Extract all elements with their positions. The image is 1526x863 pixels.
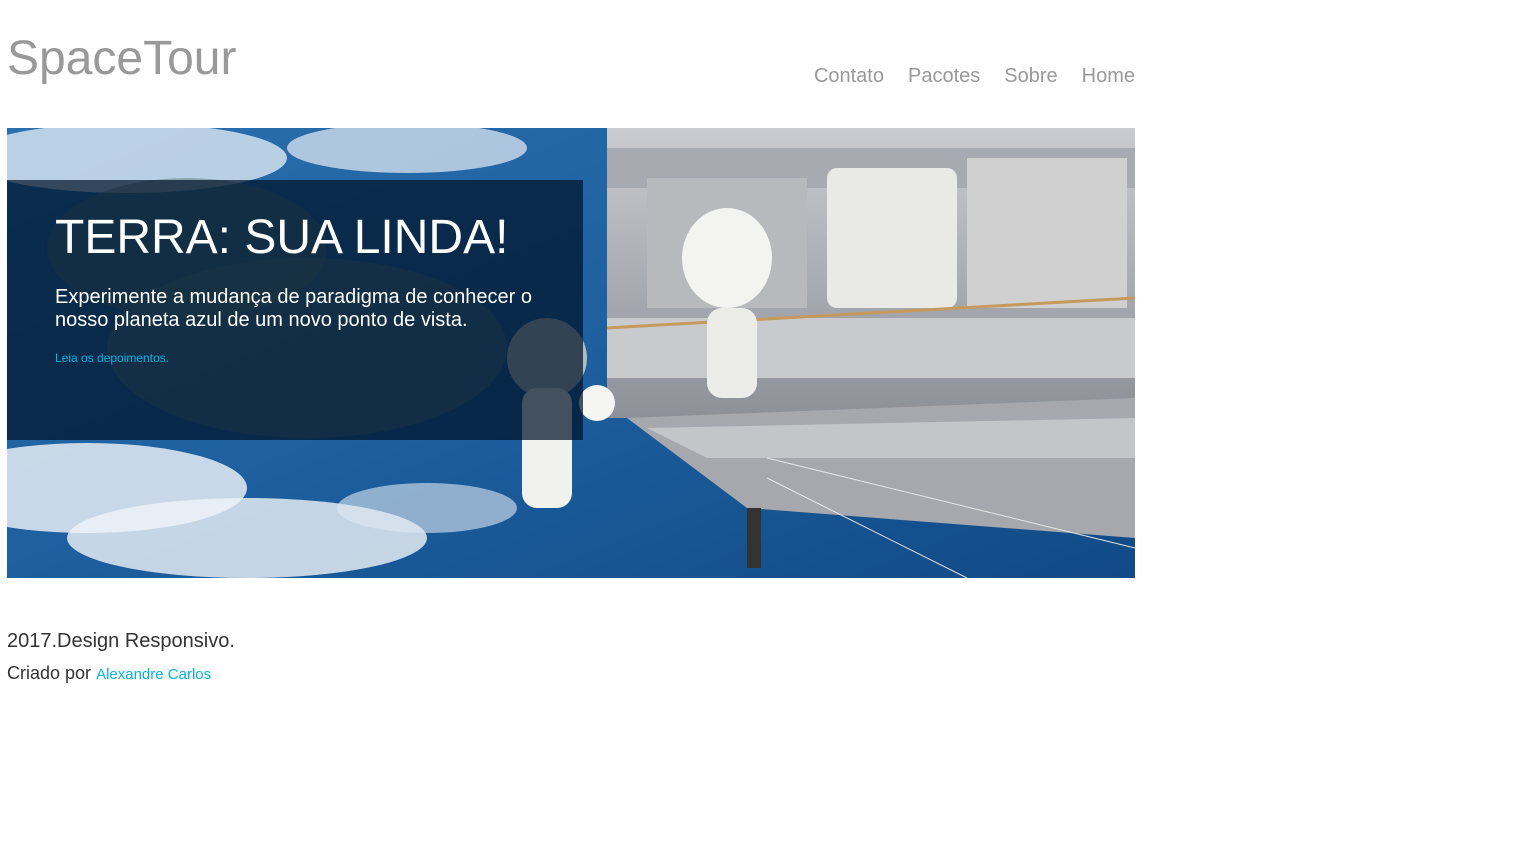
- created-by-label: Criado por: [7, 663, 92, 683]
- nav-item-sobre: Sobre: [1004, 63, 1057, 89]
- testimonials-link[interactable]: Leia os depoimentos.: [55, 351, 169, 365]
- nav-item-home: Home: [1082, 63, 1135, 89]
- author-link[interactable]: Alexandre Carlos: [96, 666, 211, 683]
- nav-link-home[interactable]: Home: [1082, 65, 1135, 87]
- hero-title: TERRA: SUA LINDA!: [55, 211, 509, 264]
- nav-item-contato: Contato: [814, 63, 884, 89]
- nav-link-contato[interactable]: Contato: [814, 65, 884, 87]
- footer-credits: Criado por Alexandre Carlos: [7, 662, 211, 686]
- nav-item-pacotes: Pacotes: [908, 63, 980, 89]
- footer-copyright: 2017.Design Responsivo.: [7, 630, 235, 652]
- page: SpaceTour Contato Pacotes Sobre Home TER…: [0, 0, 1526, 863]
- nav-link-sobre[interactable]: Sobre: [1004, 65, 1057, 87]
- main-nav: Contato Pacotes Sobre Home: [814, 63, 1135, 89]
- site-logo[interactable]: SpaceTour: [7, 31, 236, 87]
- hero-overlay: TERRA: SUA LINDA! Experimente a mudança …: [7, 180, 583, 440]
- nav-link-pacotes[interactable]: Pacotes: [908, 65, 980, 87]
- hero-text: Experimente a mudança de paradigma de co…: [55, 286, 532, 331]
- hero-banner: TERRA: SUA LINDA! Experimente a mudança …: [7, 128, 1135, 578]
